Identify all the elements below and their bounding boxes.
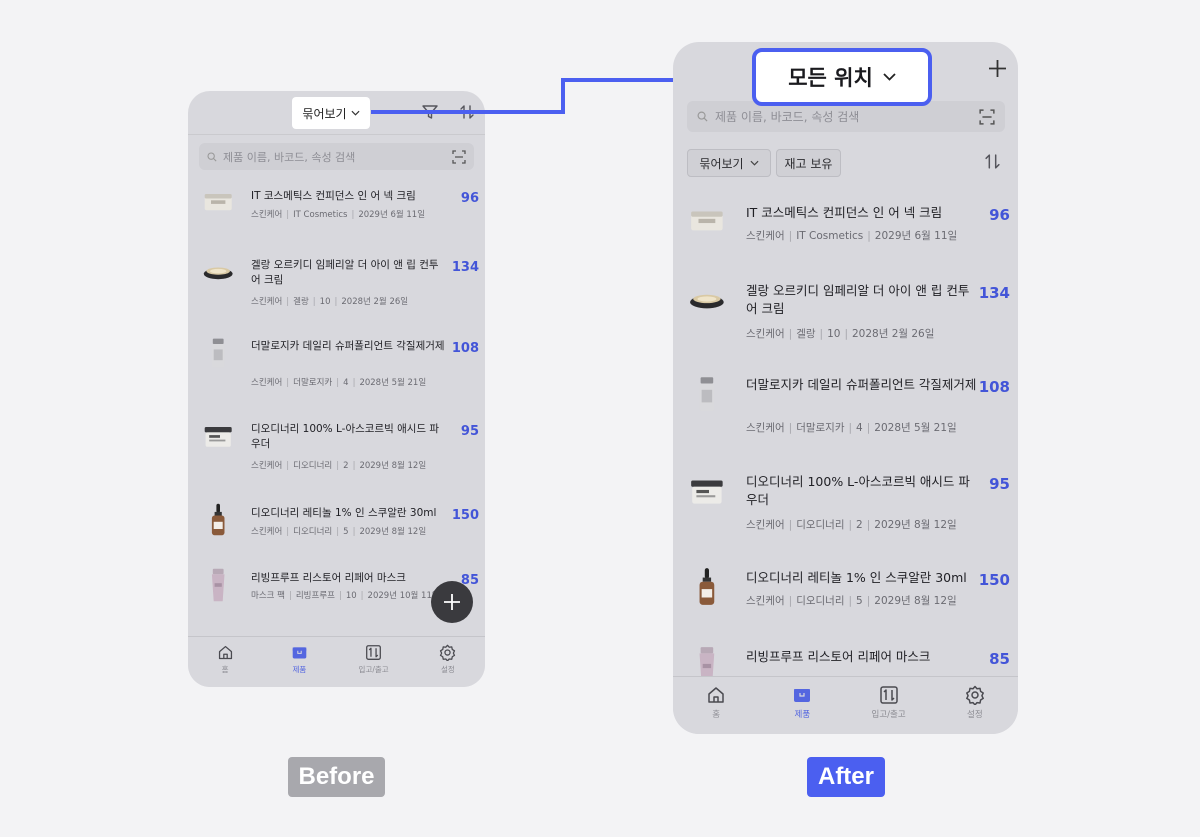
list-item[interactable]: 디오디너리 레티놀 1% 인 스쿠알란 30ml 스킨케어 | 디오디너리 | 5 | 202…	[673, 568, 1018, 639]
list-item[interactable]: 리빙프루프 리스토어 리페어 마스크 85	[673, 647, 1018, 676]
product-name: 디오디너리 레티놀 1% 인 스쿠알란 30ml	[746, 570, 967, 585]
plus-icon[interactable]	[988, 59, 1007, 78]
product-quantity: 95	[989, 475, 1010, 493]
product-meta: 스킨케어 | 더말로지카 | 4 | 2028년 5월 21일	[746, 422, 957, 434]
bottom-tab-bar: 홈 제품 입고/출고 설정	[673, 676, 1018, 734]
in-stock-filter-chip[interactable]: 재고 보유	[776, 149, 841, 177]
group-view-dropdown[interactable]: 묶어보기	[687, 149, 771, 177]
location-label: 모든 위치	[788, 66, 873, 90]
product-name: 더말로지카 데일리 슈퍼폴리언트 각질제거제	[746, 377, 977, 392]
tab-label: 입고/출고	[871, 710, 906, 720]
product-quantity: 85	[989, 650, 1010, 668]
product-thumbnail	[687, 469, 727, 513]
product-thumbnail	[687, 372, 727, 416]
location-selector-dropdown[interactable]: 모든 위치	[752, 48, 932, 106]
tab-in-out[interactable]: 입고/출고	[846, 677, 932, 734]
search-input[interactable]: 제품 이름, 바코드, 속성 검색	[715, 108, 979, 125]
tab-home[interactable]: 홈	[673, 677, 759, 734]
gear-icon	[965, 685, 985, 705]
product-list: IT 코스메틱스 컨피던스 인 어 넥 크림스킨케어 | IT Cosmetics |…	[673, 188, 1018, 676]
search-icon	[697, 111, 708, 122]
product-quantity: 108	[978, 378, 1010, 396]
product-name: 리빙프루프 리스토어 리페어 마스크	[746, 649, 931, 664]
in-out-icon	[879, 685, 899, 705]
list-item[interactable]: IT 코스메틱스 컨피던스 인 어 넥 크림스킨케어 | IT Cosmetics |…	[673, 204, 1018, 274]
list-item[interactable]: 겔랑 오르키디 임페리알 더 아이 앤 립 컨투어 크림스킨케어 | 겔랑 | 10 | 2…	[673, 282, 1018, 352]
product-meta: 스킨케어 | 디오디너리 | 2 | 2029년 8월 12일	[746, 519, 957, 531]
tab-settings[interactable]: 설정	[932, 677, 1018, 734]
product-thumbnail	[687, 565, 727, 609]
product-name: 겔랑 오르키디 임페리알 더 아이 앤 립 컨투어 크림	[746, 283, 970, 317]
tab-products[interactable]: 제품	[759, 677, 845, 734]
box-icon	[792, 685, 812, 705]
barcode-scan-icon[interactable]	[979, 108, 995, 125]
chevron-down-icon	[883, 73, 896, 81]
product-meta: 스킨케어 | 겔랑 | 10 | 2028년 2월 26일	[746, 328, 935, 340]
chevron-down-icon	[750, 160, 759, 166]
sort-icon[interactable]	[984, 153, 1001, 170]
home-icon	[706, 685, 726, 705]
after-phone-screen: 제품 이름, 바코드, 속성 검색 묶어보기 재고 보유 IT 코스메틱스 컨피…	[673, 42, 1018, 734]
in-stock-label: 재고 보유	[784, 156, 833, 171]
product-quantity: 150	[978, 571, 1010, 589]
list-item[interactable]: 더말로지카 데일리 슈퍼폴리언트 각질제거제스킨케어 | 더말로지카 | 4 | 2028년…	[673, 376, 1018, 446]
connector-arrow	[371, 69, 754, 114]
tab-label: 홈	[712, 710, 721, 720]
tab-label: 설정	[967, 710, 983, 720]
product-thumbnail	[687, 200, 727, 244]
product-name: IT 코스메틱스 컨피던스 인 어 넥 크림	[746, 205, 943, 220]
after-caption: After	[807, 757, 885, 797]
list-item[interactable]: 디오디너리 100% L-아스코르빅 애시드 파우더스킨케어 | 디오디너리 | 2 | 2…	[673, 473, 1018, 543]
product-quantity: 134	[978, 284, 1010, 302]
product-meta: 스킨케어 | IT Cosmetics | 2029년 6월 11일	[746, 230, 958, 242]
tab-label: 제품	[794, 710, 811, 720]
product-name: 디오디너리 100% L-아스코르빅 애시드 파우더	[746, 474, 970, 508]
product-meta: 스킨케어 | 디오디너리 | 5 | 2029년 8월 12일	[746, 595, 957, 607]
product-thumbnail	[687, 644, 727, 676]
product-thumbnail	[687, 278, 727, 322]
product-quantity: 96	[989, 206, 1010, 224]
group-view-label: 묶어보기	[699, 156, 744, 171]
